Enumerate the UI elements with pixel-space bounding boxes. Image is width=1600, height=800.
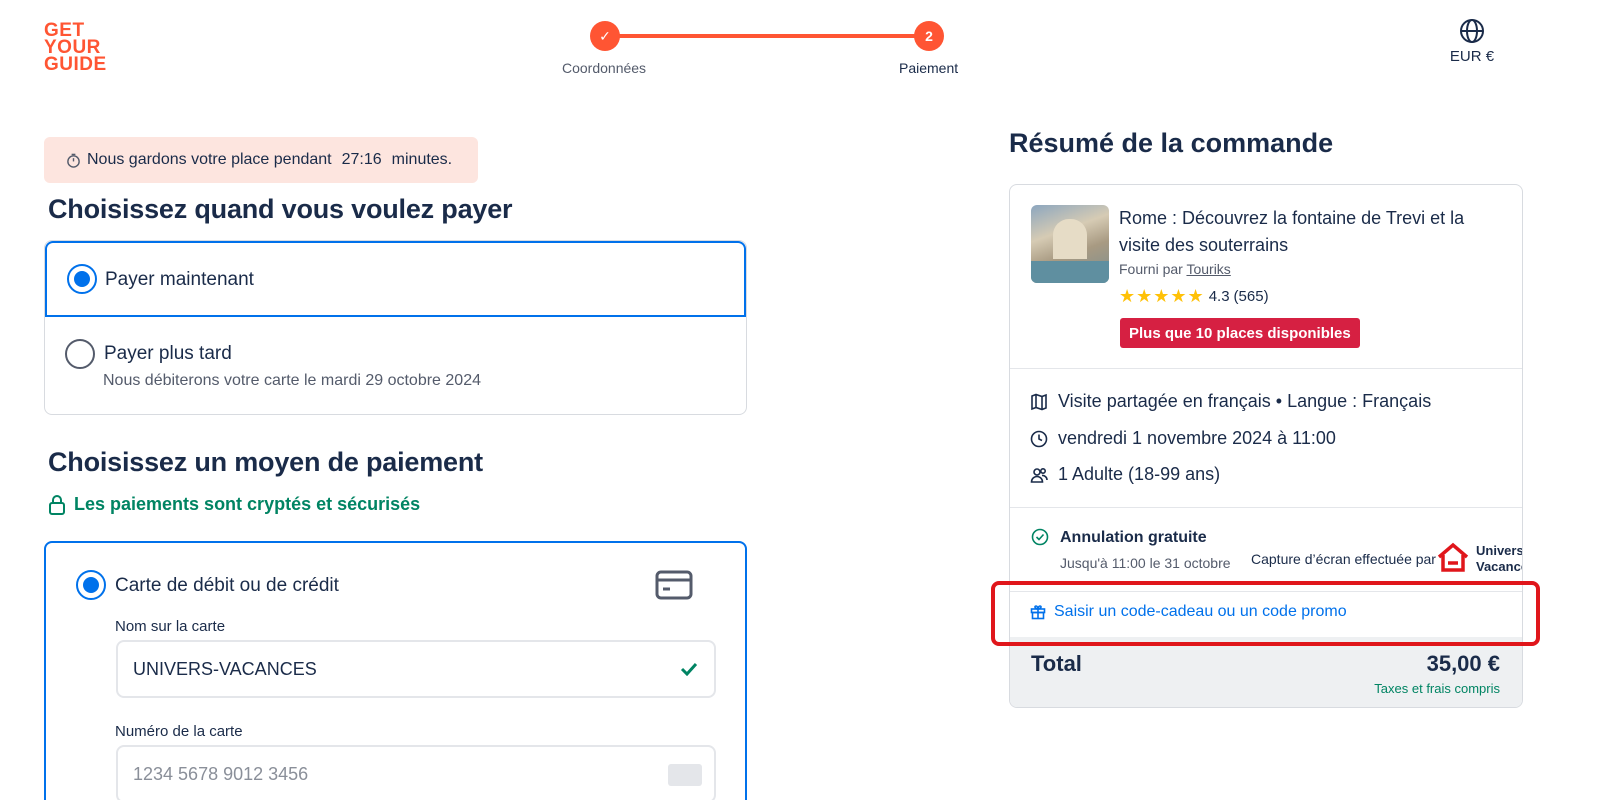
checkout-stepper: ✓ 2 Coordonnées Paiement (560, 18, 960, 78)
total-price: 35,00 € (1426, 651, 1500, 676)
promo-highlight-annotation (991, 581, 1540, 646)
screenshot-credit-text: Capture d’écran effectuée par (1251, 551, 1436, 567)
getyourguide-logo[interactable]: GET YOUR GUIDE (44, 21, 107, 75)
provider-prefix: Fourni par (1119, 261, 1183, 277)
step-2-label: Paiement (899, 60, 959, 76)
pay-now-radio[interactable] (67, 264, 97, 294)
card-option-radio[interactable] (76, 570, 106, 600)
pay-later-radio[interactable] (65, 339, 95, 369)
people-icon (1030, 467, 1048, 483)
step-2-circle: 2 (914, 21, 944, 51)
provider-link[interactable]: Touriks (1186, 261, 1230, 277)
card-number-label: Numéro de la carte (115, 723, 243, 740)
availability-badge: Plus que 10 places disponibles (1120, 318, 1360, 348)
pay-now-label: Payer maintenant (105, 269, 254, 290)
timer-countdown: 27:16 (341, 151, 382, 168)
currency-selector[interactable]: EUR € (1440, 18, 1504, 65)
currency-label: EUR € (1449, 48, 1495, 65)
tour-participants-text: 1 Adulte (18-99 ans) (1058, 464, 1221, 484)
step-1-check-icon[interactable]: ✓ (590, 21, 620, 51)
stopwatch-icon (67, 153, 80, 168)
card-option-label: Carte de débit ou de crédit (115, 575, 339, 596)
tour-title[interactable]: Rome : Découvrez la fontaine de Trevi et… (1119, 205, 1509, 259)
free-cancellation-title: Annulation gratuite (1060, 529, 1207, 546)
tour-rating: ★★★★★ 4.3 (565) (1119, 286, 1269, 307)
tour-participants-detail: 1 Adulte (18-99 ans) (1030, 464, 1220, 485)
brand-line-1: Univers (1476, 543, 1523, 558)
tour-date-detail: vendredi 1 novembre 2024 à 11:00 (1030, 428, 1336, 449)
globe-icon (1460, 19, 1484, 43)
logo-line-3: GUIDE (44, 54, 107, 75)
card-brand-icon (668, 764, 702, 786)
step-1-label[interactable]: Coordonnées (562, 60, 646, 76)
tour-date-text: vendredi 1 novembre 2024 à 11:00 (1058, 428, 1336, 448)
lock-icon (49, 494, 65, 515)
pay-later-label: Payer plus tard (104, 343, 232, 364)
pay-when-options: Payer maintenant Payer plus tard Nous dé… (44, 240, 747, 415)
valid-check-icon (680, 662, 698, 676)
summary-divider (1010, 368, 1522, 369)
clock-icon (1030, 430, 1048, 447)
card-payment-option[interactable]: Carte de débit ou de crédit Nom sur la c… (44, 541, 747, 800)
timer-prefix: Nous gardons votre place pendant (87, 151, 332, 168)
rating-count: (565) (1233, 288, 1269, 305)
tour-thumbnail[interactable] (1031, 205, 1109, 283)
taxes-included-note: Taxes et frais compris (1374, 681, 1500, 696)
card-name-input[interactable]: UNIVERS-VACANCES (116, 640, 716, 698)
credit-card-icon (655, 570, 693, 600)
map-icon (1031, 393, 1047, 410)
univers-vacances-house-icon (1437, 542, 1469, 572)
card-number-input[interactable]: 1234 5678 9012 3456 (116, 745, 716, 800)
rating-stars-icon: ★★★★★ (1119, 286, 1205, 306)
summary-divider (1010, 507, 1522, 508)
univers-vacances-brand: Univers Vacances (1476, 543, 1523, 575)
total-label: Total (1031, 651, 1082, 676)
pay-now-option[interactable]: Payer maintenant (45, 241, 746, 317)
pay-later-option[interactable]: Payer plus tard Nous débiterons votre ca… (45, 317, 746, 414)
pay-when-title: Choisissez quand vous voulez payer (48, 194, 513, 224)
timer-suffix: minutes. (391, 151, 453, 168)
card-name-label: Nom sur la carte (115, 618, 226, 635)
payment-method-title: Choisissez un moyen de paiement (48, 447, 483, 477)
card-number-placeholder: 1234 5678 9012 3456 (133, 763, 309, 784)
tour-language-text: Visite partagée en français • Langue : F… (1058, 391, 1432, 411)
brand-line-2: Vacances (1476, 559, 1522, 574)
total-section: Total 35,00 € Taxes et frais compris (1010, 637, 1522, 707)
stepper-progress-line (606, 34, 930, 38)
reservation-timer-banner: Nous gardons votre place pendant 27:16 m… (44, 137, 478, 183)
card-name-value: UNIVERS-VACANCES (133, 658, 317, 679)
check-circle-icon (1031, 528, 1049, 546)
secure-payment-text: Les paiements sont cryptés et sécurisés (74, 494, 421, 514)
order-summary-title: Résumé de la commande (1009, 128, 1334, 158)
tour-language-detail: Visite partagée en français • Langue : F… (1030, 391, 1431, 412)
pay-later-description: Nous débiterons votre carte le mardi 29 … (103, 372, 481, 389)
free-cancellation-deadline: Jusqu'à 11:00 le 31 octobre (1060, 555, 1231, 571)
tour-provider: Fourni par Touriks (1119, 261, 1231, 277)
secure-payment-note: Les paiements sont cryptés et sécurisés (48, 494, 420, 515)
rating-value: 4.3 (1208, 288, 1230, 305)
